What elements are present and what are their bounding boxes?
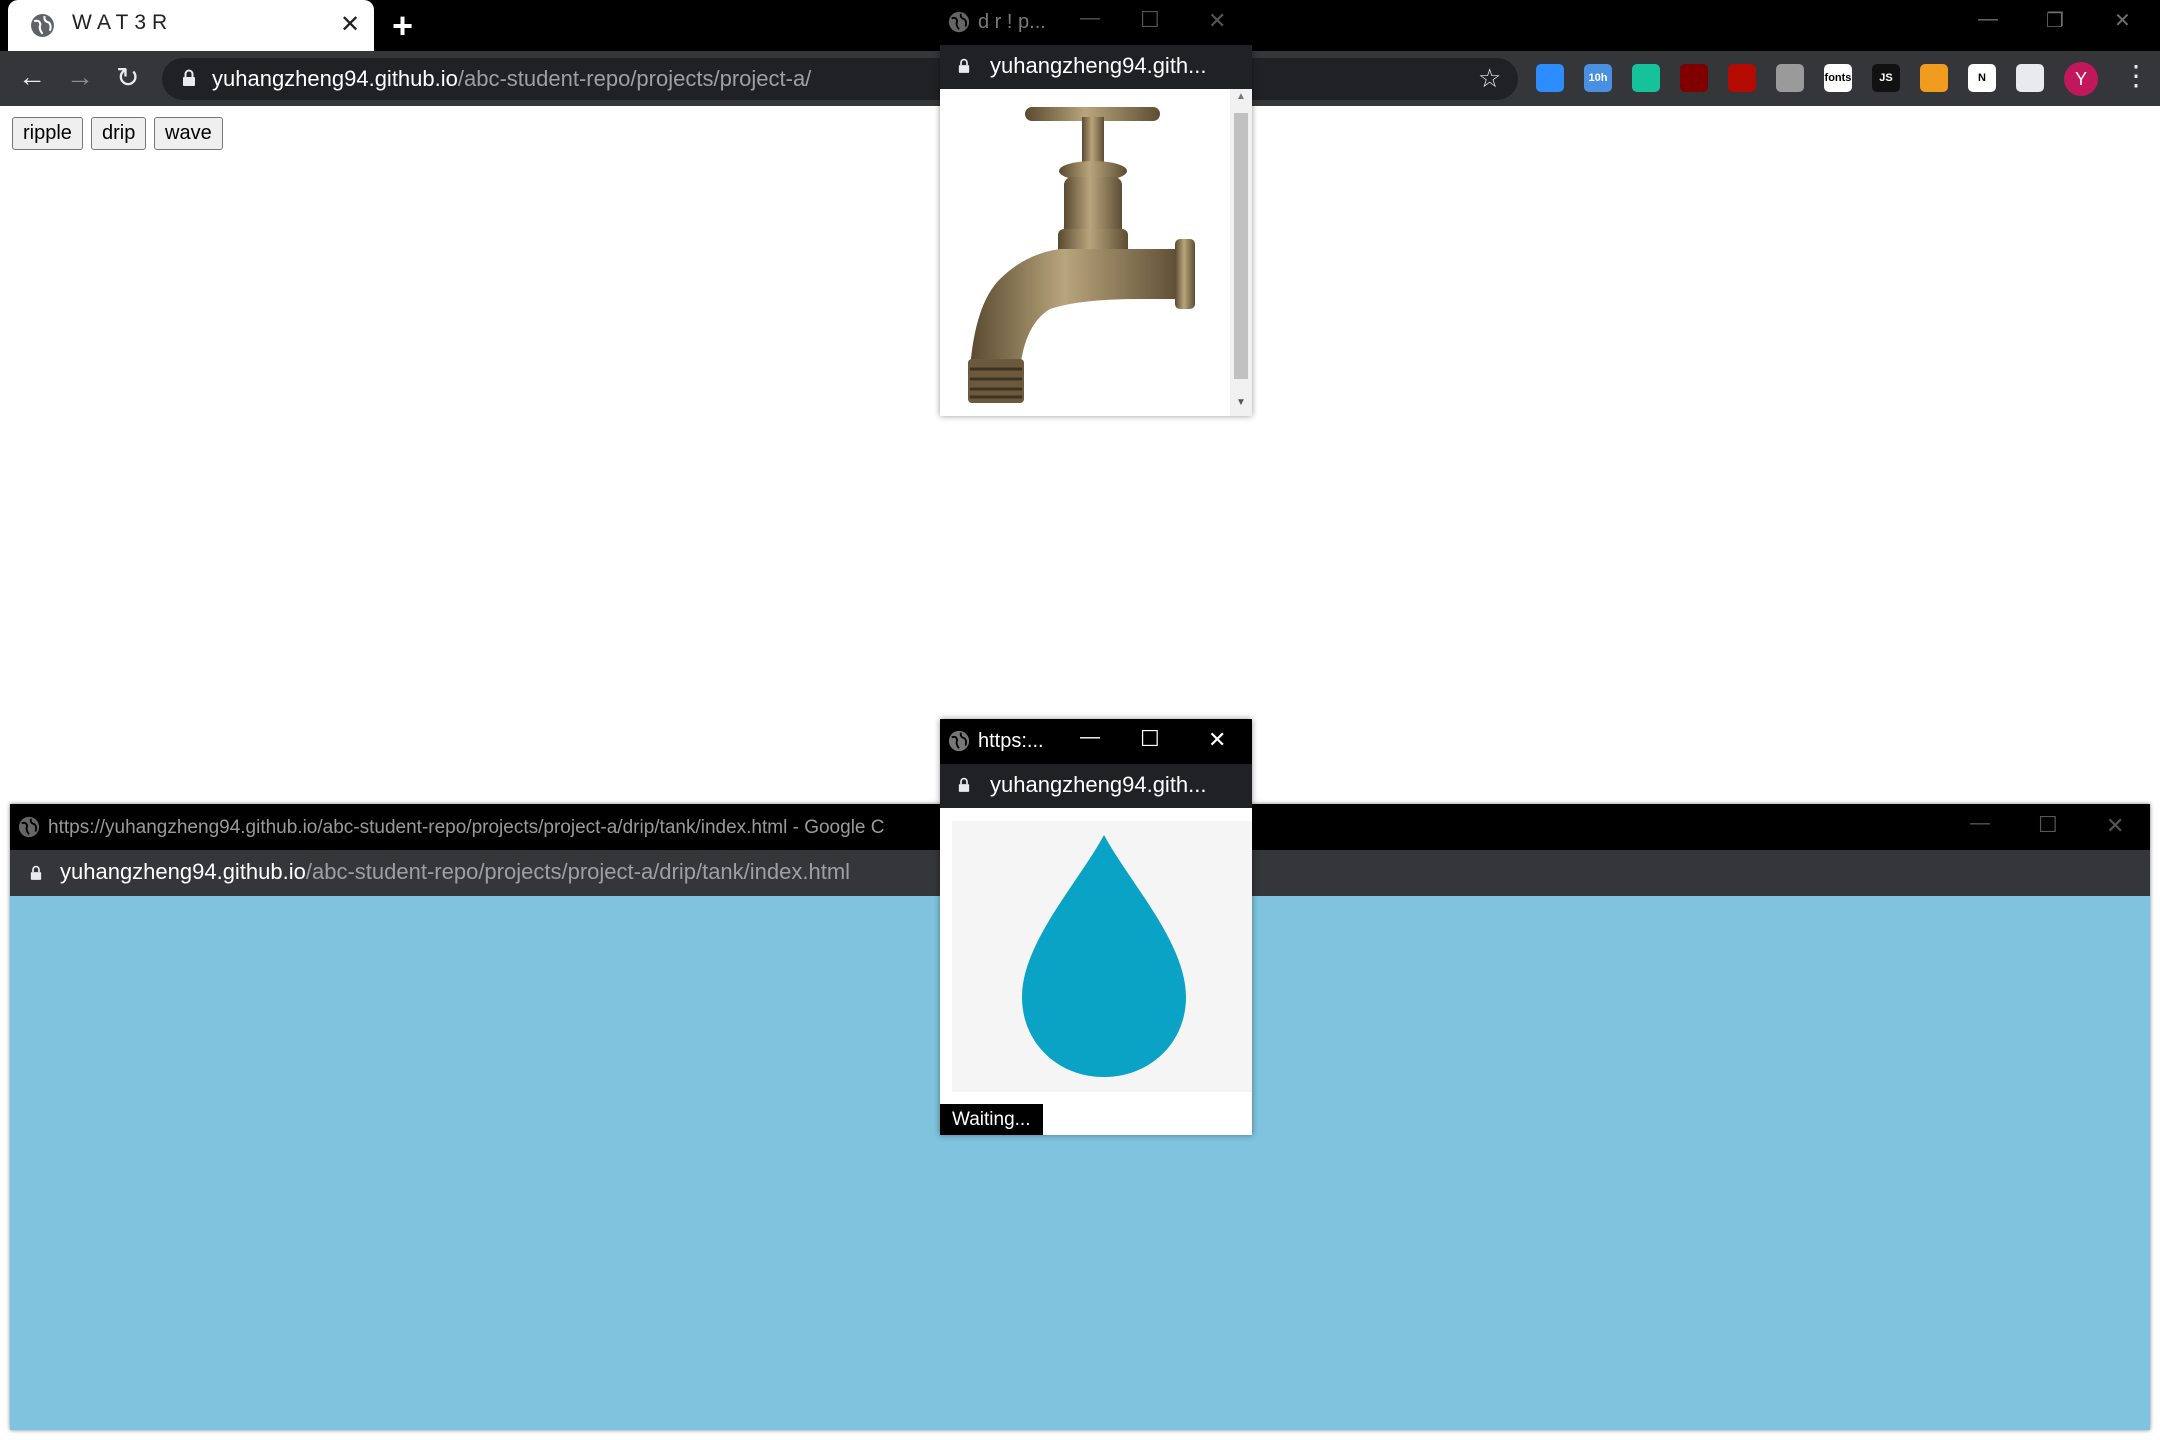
url-host: yuhangzheng94.github.io [212, 66, 458, 91]
lock-icon [183, 69, 195, 86]
minimize-icon[interactable]: — [1080, 726, 1100, 749]
scroll-up-icon[interactable]: ▲ [1236, 91, 1246, 102]
drop-canvas [952, 821, 1252, 1092]
restore-icon[interactable]: ❐ [2046, 8, 2064, 33]
globe-icon [948, 11, 970, 33]
copy-extension-icon[interactable] [1776, 64, 1804, 92]
close-window-icon[interactable]: ✕ [2114, 8, 2131, 33]
reload-icon[interactable]: ↻ [116, 61, 139, 94]
back-arrow-icon[interactable]: ← [18, 61, 46, 93]
popup-address-bar: yuhangzheng94.gith... [940, 764, 1252, 808]
maximize-icon[interactable]: ☐ [2038, 812, 2058, 838]
bookmark-star-icon[interactable]: ☆ [1478, 63, 1501, 94]
lock-icon [958, 58, 970, 73]
popup-titlebar: d r ! p... — ☐ ✕ [940, 0, 1252, 45]
lock-icon [958, 777, 970, 792]
tab-close-icon[interactable]: ✕ [340, 10, 360, 39]
new-tab-button[interactable]: + [392, 5, 413, 47]
drip-button[interactable]: drip [91, 117, 147, 150]
lock-icon [30, 865, 42, 880]
maximize-icon[interactable]: ☐ [1140, 726, 1160, 752]
address-bar[interactable]: yuhangzheng94.github.io/abc-student-repo… [162, 58, 1518, 100]
url-host: yuhangzheng94.github.io [60, 859, 306, 884]
url-path: /abc-student-repo/projects/project-a/dri… [305, 859, 851, 884]
wave-button[interactable]: wave [154, 117, 223, 150]
close-icon[interactable]: ✕ [1208, 8, 1226, 34]
minimize-icon[interactable]: — [1978, 8, 1998, 31]
puzzle-extension-icon[interactable] [2016, 64, 2044, 92]
scrollbar-thumb[interactable] [1234, 113, 1248, 379]
popup-url: yuhangzheng94.gith... [990, 772, 1207, 797]
notion-extension-icon[interactable]: N [1968, 64, 1996, 92]
popup-address-bar: yuhangzheng94.gith... [940, 45, 1252, 89]
minimize-icon[interactable]: — [1970, 812, 1990, 835]
calendar-extension-icon[interactable]: 10h [1584, 64, 1612, 92]
zoom-extension-icon[interactable] [1536, 64, 1564, 92]
popup-url: yuhangzheng94.gith... [990, 53, 1207, 78]
menu-kebab-icon[interactable]: ⋮ [2122, 59, 2150, 92]
tank-window-title: https://yuhangzheng94.github.io/abc-stud… [48, 817, 885, 838]
ripple-button[interactable]: ripple [12, 117, 83, 150]
status-text: Waiting... [952, 1109, 1031, 1130]
popup-title: https:... [978, 730, 1044, 752]
popup-title: d r ! p... [978, 11, 1046, 33]
tab-wat3r[interactable]: WAT3R ✕ [8, 0, 374, 51]
status-bubble: Waiting... [940, 1104, 1043, 1135]
minimize-icon[interactable]: — [1080, 7, 1100, 30]
tool-extension-icon[interactable] [1920, 64, 1948, 92]
close-icon[interactable]: ✕ [2106, 813, 2124, 839]
popup-titlebar: https:... — ☐ ✕ [940, 719, 1252, 764]
globe-icon [18, 816, 40, 838]
drop-popup-window[interactable]: https:... — ☐ ✕ yuhangzheng94.gith... Wa… [940, 719, 1252, 1135]
pdf-extension-icon[interactable] [1728, 64, 1756, 92]
js-extension-icon[interactable]: JS [1872, 64, 1900, 92]
water-drop-icon [1022, 835, 1186, 1077]
faucet-popup-window[interactable]: d r ! p... — ☐ ✕ yuhangzheng94.gith... ▲… [940, 0, 1252, 416]
fonts-extension-icon[interactable]: fonts [1824, 64, 1852, 92]
forward-arrow-icon[interactable]: → [66, 61, 94, 93]
scroll-down-icon[interactable]: ▼ [1236, 397, 1246, 408]
tank-url: yuhangzheng94.github.io/abc-student-repo… [60, 859, 850, 885]
maximize-icon[interactable]: ☐ [1140, 7, 1160, 33]
profile-avatar[interactable]: Y [2064, 62, 2098, 96]
url-path: /abc-student-repo/projects/project-a/ [457, 66, 812, 91]
tab-title: WAT3R [72, 11, 174, 34]
address-url: yuhangzheng94.github.io/abc-student-repo… [212, 66, 811, 92]
faucet-image [968, 107, 1195, 403]
close-icon[interactable]: ✕ [1208, 727, 1226, 753]
vertical-scrollbar[interactable]: ▲ ▼ [1230, 89, 1252, 416]
ublock-extension-icon[interactable] [1680, 64, 1708, 92]
grammarly-extension-icon[interactable] [1632, 64, 1660, 92]
globe-icon [31, 14, 54, 37]
globe-icon [948, 730, 970, 752]
